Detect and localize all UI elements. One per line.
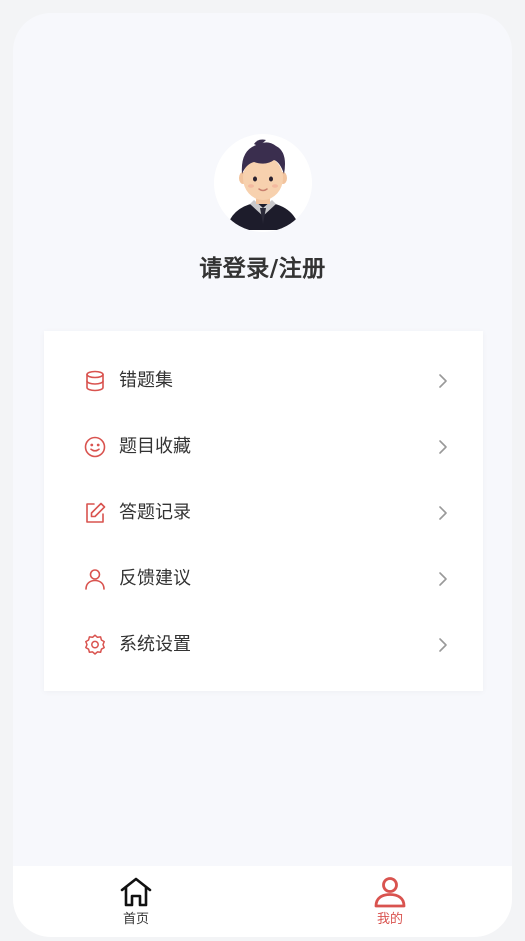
tab-home[interactable]: 首页	[86, 866, 186, 937]
smile-icon	[83, 435, 107, 459]
chevron-right-icon	[433, 503, 453, 523]
chevron-right-icon	[433, 437, 453, 457]
bottom-tab-bar: 首页 我的	[13, 866, 512, 937]
avatar[interactable]	[214, 134, 312, 232]
gear-icon	[83, 633, 107, 657]
menu-card: 错题集 题目收藏 答题记录 反馈建议 系统设置	[44, 331, 483, 691]
menu-item-label: 系统设置	[119, 634, 191, 655]
menu-item-label: 错题集	[119, 370, 173, 391]
menu-item-settings[interactable]: 系统设置	[44, 620, 483, 670]
chevron-right-icon	[433, 635, 453, 655]
chevron-right-icon	[433, 569, 453, 589]
phone-screen: 请登录/注册 错题集 题目收藏 答题记录 反馈建议 系统设置 首页 我的	[13, 13, 512, 937]
menu-item-label: 答题记录	[119, 502, 191, 523]
edit-icon	[83, 501, 107, 525]
tab-label: 我的	[376, 912, 403, 927]
menu-item-favorites[interactable]: 题目收藏	[44, 422, 483, 472]
menu-item-label: 题目收藏	[119, 436, 191, 457]
user-icon	[373, 875, 407, 909]
database-icon	[83, 369, 107, 393]
user-icon	[83, 567, 107, 591]
tab-mine[interactable]: 我的	[340, 866, 440, 937]
chevron-right-icon	[433, 371, 453, 391]
login-register-link[interactable]: 请登录/注册	[13, 249, 512, 283]
avatar-illustration	[214, 134, 312, 232]
menu-item-label: 反馈建议	[119, 568, 191, 589]
home-icon	[119, 875, 153, 909]
menu-item-answer-history[interactable]: 答题记录	[44, 488, 483, 538]
menu-item-wrong-questions[interactable]: 错题集	[44, 356, 483, 406]
menu-item-feedback[interactable]: 反馈建议	[44, 554, 483, 604]
tab-label: 首页	[122, 912, 149, 927]
